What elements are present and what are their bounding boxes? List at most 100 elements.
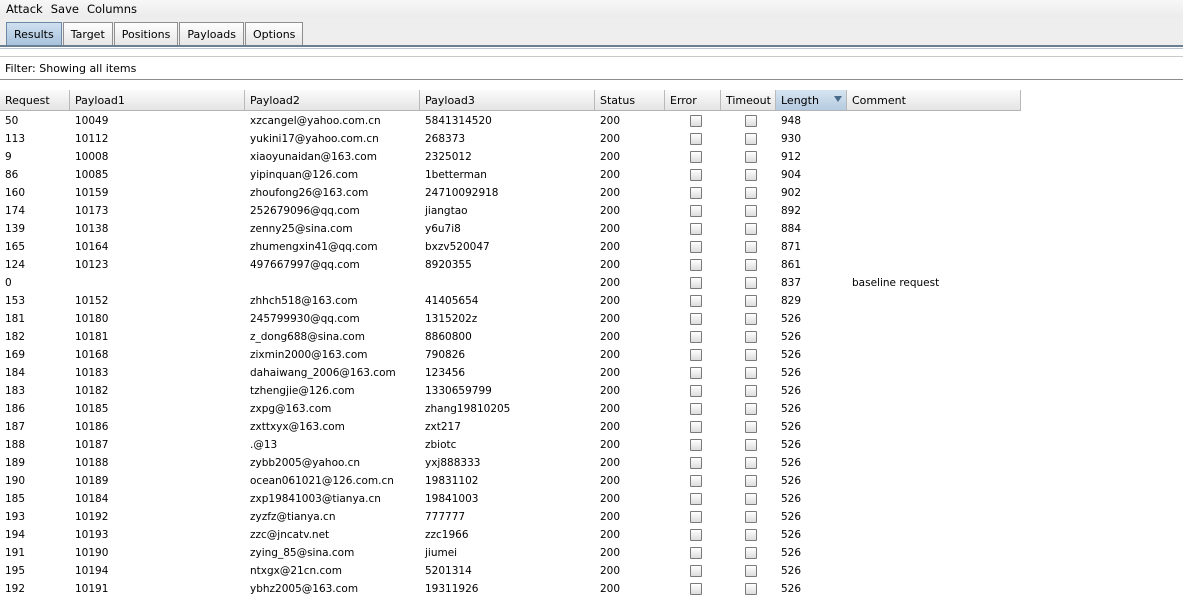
timeout-checkbox[interactable] (745, 349, 757, 361)
column-header-status[interactable]: Status (595, 90, 665, 110)
table-row[interactable]: 181 10180 245799930@qq.com 1315202z 200 526 (0, 310, 1021, 328)
table-row[interactable]: 186 10185 zxpg@163.com zhang19810205 200 526 (0, 400, 1021, 418)
tab-options[interactable]: Options (244, 22, 304, 45)
error-checkbox[interactable] (689, 367, 702, 379)
error-checkbox[interactable] (689, 205, 702, 217)
timeout-checkbox[interactable] (745, 331, 757, 343)
column-header-error[interactable]: Error (665, 90, 721, 110)
error-checkbox[interactable] (689, 313, 702, 325)
timeout-checkbox[interactable] (745, 205, 757, 217)
table-row[interactable]: 185 10184 zxp19841003@tianya.cn 19841003 200… (0, 490, 1021, 508)
table-row[interactable]: 192 10191 ybhz2005@163.com 19311926 200 526 (0, 580, 1021, 598)
table-row[interactable]: 188 10187 .@13 zbiotc 200 526 (0, 436, 1021, 454)
column-header-timeout[interactable]: Timeout (721, 90, 776, 110)
timeout-checkbox[interactable] (745, 493, 757, 505)
table-row[interactable]: 183 10182 tzhengjie@126.com 1330659799 200 52… (0, 382, 1021, 400)
table-row[interactable]: 86 10085 yipinquan@126.com 1betterman 200 904 (0, 166, 1021, 184)
error-checkbox[interactable] (689, 385, 702, 397)
error-checkbox[interactable] (689, 565, 702, 577)
filter-bar[interactable]: Filter: Showing all items (0, 56, 1183, 80)
error-checkbox[interactable] (689, 295, 702, 307)
timeout-checkbox[interactable] (745, 367, 757, 379)
error-checkbox[interactable] (689, 277, 702, 289)
timeout-checkbox[interactable] (745, 565, 757, 577)
timeout-checkbox[interactable] (745, 403, 757, 415)
error-checkbox[interactable] (689, 115, 702, 127)
menu-columns[interactable]: Columns (87, 2, 137, 16)
timeout-checkbox[interactable] (745, 241, 757, 253)
menu-save[interactable]: Save (51, 2, 79, 16)
error-checkbox[interactable] (689, 331, 702, 343)
column-header-request[interactable]: Request (0, 90, 70, 110)
timeout-checkbox[interactable] (745, 187, 757, 199)
table-row[interactable]: 187 10186 zxttxyx@163.com zxt217 200 526 (0, 418, 1021, 436)
error-checkbox[interactable] (689, 475, 702, 487)
table-row[interactable]: 50 10049 xzcangel@yahoo.com.cn 5841314520 20… (0, 112, 1021, 130)
error-checkbox[interactable] (689, 439, 702, 451)
timeout-checkbox[interactable] (745, 133, 757, 145)
table-row[interactable]: 113 10112 yukini17@yahoo.com.cn 268373 200 93… (0, 130, 1021, 148)
table-row[interactable]: 193 10192 zyzfz@tianya.cn 777777 200 526 (0, 508, 1021, 526)
tab-results[interactable]: Results (6, 22, 62, 45)
timeout-checkbox[interactable] (745, 583, 757, 595)
error-checkbox[interactable] (689, 241, 702, 253)
table-row[interactable]: 182 10181 z_dong688@sina.com 8860800 200 526 (0, 328, 1021, 346)
tab-positions[interactable]: Positions (113, 22, 179, 45)
timeout-checkbox[interactable] (745, 169, 757, 181)
error-checkbox[interactable] (689, 529, 702, 541)
filter-label[interactable]: Filter: Showing all items (5, 62, 136, 75)
error-checkbox[interactable] (689, 511, 702, 523)
column-header-payload1[interactable]: Payload1 (70, 90, 245, 110)
timeout-checkbox[interactable] (745, 439, 757, 451)
timeout-checkbox[interactable] (745, 295, 757, 307)
table-row[interactable]: 169 10168 zixmin2000@163.com 790826 200 526 (0, 346, 1021, 364)
menu-attack[interactable]: Attack (6, 2, 43, 16)
table-row[interactable]: 184 10183 dahaiwang_2006@163.com 123456 200 5… (0, 364, 1021, 382)
timeout-checkbox[interactable] (745, 385, 757, 397)
error-checkbox[interactable] (689, 547, 702, 559)
error-checkbox[interactable] (689, 493, 702, 505)
table-row[interactable]: 195 10194 ntxgx@21cn.com 5201314 200 526 (0, 562, 1021, 580)
table-row[interactable]: 165 10164 zhumengxin41@qq.com bxzv520047 200… (0, 238, 1021, 256)
timeout-checkbox[interactable] (745, 511, 757, 523)
table-row[interactable]: 153 10152 zhhch518@163.com 41405654 200 829 (0, 292, 1021, 310)
error-checkbox[interactable] (689, 583, 702, 595)
timeout-checkbox[interactable] (745, 223, 757, 235)
error-checkbox[interactable] (689, 169, 702, 181)
timeout-checkbox[interactable] (745, 547, 757, 559)
tab-target[interactable]: Target (62, 22, 113, 45)
timeout-checkbox[interactable] (745, 529, 757, 541)
column-header-length[interactable]: Length (776, 90, 847, 110)
table-row[interactable]: 0 200 837 baseline request (0, 274, 1021, 292)
table-row[interactable]: 174 10173 252679096@qq.com jiangtao 200 892 (0, 202, 1021, 220)
timeout-checkbox[interactable] (745, 475, 757, 487)
timeout-checkbox[interactable] (745, 421, 757, 433)
table-row[interactable]: 190 10189 ocean061021@126.com.cn 19831102 20… (0, 472, 1021, 490)
table-row[interactable]: 189 10188 zybb2005@yahoo.cn yxj888333 200 526 (0, 454, 1021, 472)
error-checkbox[interactable] (689, 457, 702, 469)
timeout-checkbox[interactable] (745, 115, 757, 127)
table-row[interactable]: 160 10159 zhoufong26@163.com 24710092918 200… (0, 184, 1021, 202)
table-row[interactable]: 9 10008 xiaoyunaidan@163.com 2325012 200 912 (0, 148, 1021, 166)
column-header-comment[interactable]: Comment (847, 90, 1021, 110)
timeout-checkbox[interactable] (745, 277, 757, 289)
timeout-checkbox[interactable] (745, 151, 757, 163)
column-header-payload3[interactable]: Payload3 (420, 90, 595, 110)
timeout-checkbox[interactable] (745, 313, 757, 325)
table-row[interactable]: 191 10190 zying_85@sina.com jiumei 200 526 (0, 544, 1021, 562)
table-row[interactable]: 139 10138 zenny25@sina.com y6u7i8 200 884 (0, 220, 1021, 238)
table-row[interactable]: 194 10193 zzc@jncatv.net zzc1966 200 526 (0, 526, 1021, 544)
error-checkbox[interactable] (689, 259, 702, 271)
error-checkbox[interactable] (689, 151, 702, 163)
column-header-payload2[interactable]: Payload2 (245, 90, 420, 110)
error-checkbox[interactable] (689, 133, 702, 145)
error-checkbox[interactable] (689, 421, 702, 433)
table-row[interactable]: 124 10123 497667997@qq.com 8920355 200 861 (0, 256, 1021, 274)
error-checkbox[interactable] (689, 403, 702, 415)
timeout-checkbox[interactable] (745, 259, 757, 271)
tab-payloads[interactable]: Payloads (179, 22, 244, 45)
error-checkbox[interactable] (689, 187, 702, 199)
error-checkbox[interactable] (689, 223, 702, 235)
timeout-checkbox[interactable] (745, 457, 757, 469)
error-checkbox[interactable] (689, 349, 702, 361)
